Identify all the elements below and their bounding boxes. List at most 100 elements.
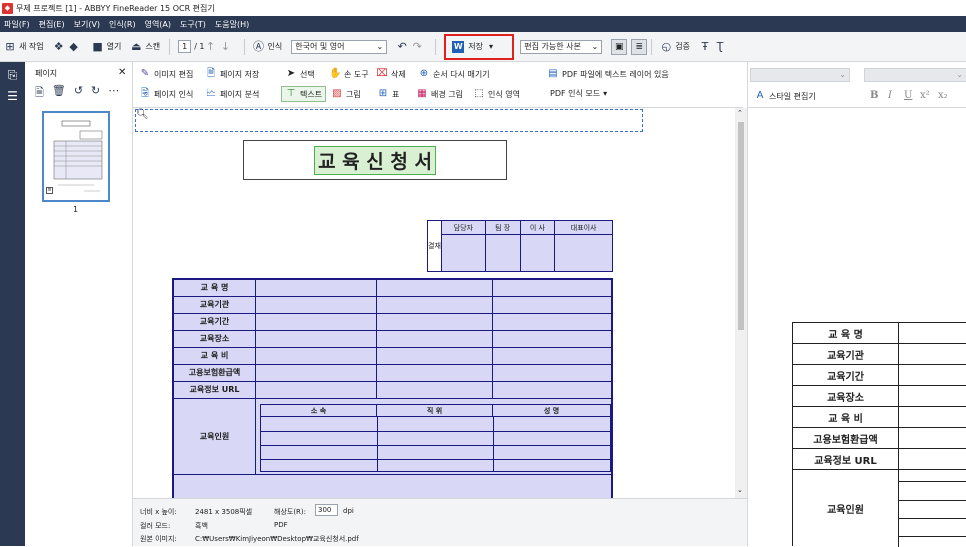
ai-tools-button[interactable]: ❖ ◆ — [53, 41, 83, 53]
rotate-right-icon[interactable]: ↻ — [91, 84, 100, 103]
chevron-down-icon: ⌄ — [377, 41, 384, 53]
menu-tools[interactable]: 도구(T) — [180, 19, 206, 30]
text-area-button[interactable]: ⊤ 텍스트 — [281, 86, 326, 102]
page-thumbnail[interactable]: ≡ — [42, 111, 110, 202]
menu-edit[interactable]: 편집(E) — [39, 19, 65, 30]
personnel-label: 교육인원 — [174, 399, 256, 475]
scrollbar-thumb[interactable] — [738, 122, 744, 330]
menu-area[interactable]: 영역(A) — [145, 19, 171, 30]
thumbnail-number: 1 — [73, 205, 78, 214]
arrow-up-icon[interactable]: ↑ — [205, 41, 217, 53]
rotate-left-icon[interactable]: ↺ — [74, 84, 83, 103]
delete-page-icon[interactable]: 🗑 — [52, 84, 66, 103]
redo-icon[interactable]: ↷ — [411, 41, 423, 53]
text-format-icon[interactable]: Ʈ — [714, 41, 726, 53]
picture-area-button[interactable]: ▨ 그림 — [331, 88, 361, 100]
recognized-row-value[interactable] — [899, 344, 966, 365]
verify-button[interactable]: ◵ 검증 — [660, 41, 690, 53]
analyze-page-button[interactable]: 🗠 페이지 분석 — [205, 88, 259, 100]
scroll-up-icon[interactable]: ⌃ — [737, 109, 743, 117]
document-scrollbar[interactable]: ⌃ ⌄ — [735, 108, 747, 498]
language-select[interactable]: 한국어 및 영어 ⌄ — [291, 40, 387, 54]
recognized-row-label: 교 육 비 — [793, 407, 899, 428]
personnel-col-line — [493, 417, 494, 471]
style-select[interactable]: ⌄ — [750, 68, 850, 82]
source-path: C:₩Users₩KimJiyeon₩Desktop₩교육신청서.pdf — [195, 534, 359, 544]
main-form-table: 교 육 명교육기관교육기간교육장소교 육 비고용보험환급액교육정보 URL 교육… — [172, 278, 613, 498]
recognize-page-button[interactable]: 🗟 페이지 인식 — [139, 88, 193, 100]
image-view-icon[interactable]: ▣ — [611, 39, 627, 55]
pdf-mode-dropdown[interactable]: PDF 인식 모드 ▾ — [550, 88, 607, 99]
save-page-icon[interactable]: 🗎 — [35, 84, 44, 103]
edit-image-button[interactable]: ✎ 이미지 편집 — [139, 68, 193, 80]
personnel-table: 소 속 직 위 성 명 — [260, 404, 611, 472]
row-line — [899, 536, 966, 537]
text-layer-button[interactable]: ▤ PDF 파일에 텍스트 레이어 있음 — [547, 68, 669, 80]
recognition-area-box[interactable] — [135, 109, 643, 132]
document-viewer[interactable]: 🔍︎ 교 육 신 청 서 결재 담당자 팀 장 이 사 대표이사 교 육 명교육… — [133, 108, 735, 498]
form-col-line — [376, 382, 377, 399]
save-format-select[interactable]: 편집 가능한 사본 ⌄ — [520, 40, 602, 54]
row-line — [899, 481, 966, 482]
background-picture-button[interactable]: ▦ 배경 그림 — [416, 88, 463, 100]
menu-file[interactable]: 파일(F) — [4, 19, 30, 30]
zoom-icon[interactable]: 🔍︎ — [136, 109, 149, 120]
bold-icon[interactable]: B — [870, 90, 878, 101]
document-title-box: 교 육 신 청 서 — [243, 140, 507, 180]
save-page-button[interactable]: 🗎 페이지 저장 — [205, 68, 259, 80]
approval-table: 결재 담당자 팀 장 이 사 대표이사 — [427, 220, 613, 272]
underline-icon[interactable]: U — [904, 90, 912, 101]
toolbar-divider — [435, 39, 436, 55]
recognized-table[interactable]: 교 육 명교육기관교육기간교육장소교 육 비고용보험환급액교육정보 URL — [792, 322, 966, 470]
approval-cell — [520, 235, 555, 272]
new-task-button[interactable]: ⊞ 새 작업 — [4, 41, 44, 53]
size-label: 너비 x 높이: — [140, 507, 177, 517]
text-cursor-icon[interactable]: Ŧ — [699, 41, 711, 53]
table-area-button[interactable]: ⊞ 표 — [377, 88, 399, 100]
arrow-down-icon[interactable]: ↓ — [220, 41, 232, 53]
recognized-row-value[interactable] — [899, 407, 966, 428]
recognize-button[interactable]: Ⓐ 인식 — [253, 41, 283, 53]
recognition-area-button[interactable]: ⬚ 인식 영역 — [473, 88, 520, 100]
delete-area-button[interactable]: ⌧ 삭제 — [376, 68, 406, 80]
form-row: 교육기관 — [174, 297, 611, 314]
recognized-row-value[interactable] — [899, 449, 966, 470]
style-editor-button[interactable]: A 스타일 편집기 — [754, 90, 816, 102]
subscript-icon[interactable]: x₂ — [938, 90, 948, 101]
open-button[interactable]: ■ 열기 — [92, 41, 122, 53]
pages-view-icon[interactable]: ⎘ — [0, 68, 25, 83]
select-tool-button[interactable]: ➤ 선택 — [285, 68, 315, 80]
menu-help[interactable]: 도움말(H) — [215, 19, 249, 30]
undo-icon[interactable]: ↶ — [396, 41, 408, 53]
font-select[interactable]: ⌄ — [864, 68, 966, 82]
recognized-row-value[interactable] — [899, 386, 966, 407]
italic-icon[interactable]: I — [888, 90, 892, 101]
resolution-unit: dpi — [343, 507, 354, 515]
menu-recognize[interactable]: 인식(R) — [109, 19, 136, 30]
text-view-icon[interactable]: ≣ — [631, 39, 647, 55]
list-view-icon[interactable]: ☰ — [0, 89, 25, 103]
recognized-row-value[interactable] — [899, 428, 966, 449]
approval-cell — [555, 235, 613, 272]
form-row-label: 교육기관 — [174, 297, 256, 314]
superscript-icon[interactable]: x² — [920, 90, 930, 101]
personnel-col-line — [377, 417, 378, 471]
recognized-row-value[interactable] — [899, 323, 966, 344]
page-number-input[interactable]: 1 — [178, 40, 191, 53]
more-icon[interactable]: ⋯ — [108, 84, 119, 103]
source-label: 원본 이미지: — [140, 534, 177, 544]
close-icon[interactable]: ✕ — [118, 67, 126, 78]
resolution-input[interactable]: 300 — [315, 504, 338, 516]
toolbar-divider — [244, 39, 245, 55]
scan-button[interactable]: ⏏ 스캔 — [130, 41, 160, 53]
extra-tools: Ŧ Ʈ — [699, 41, 729, 53]
form-row: 교 육 명 — [174, 280, 611, 297]
caret-down-icon: ▾ — [603, 89, 607, 98]
hand-tool-button[interactable]: ✋ 손 도구 — [329, 68, 369, 80]
menu-view[interactable]: 보기(V) — [74, 19, 100, 30]
scroll-down-icon[interactable]: ⌄ — [737, 486, 743, 494]
recognized-row-value[interactable] — [899, 365, 966, 386]
reorder-areas-button[interactable]: ⊕ 순서 다시 매기기 — [418, 68, 490, 80]
form-col-line — [376, 297, 377, 314]
save-button[interactable]: W 저장 ▾ — [444, 34, 514, 60]
